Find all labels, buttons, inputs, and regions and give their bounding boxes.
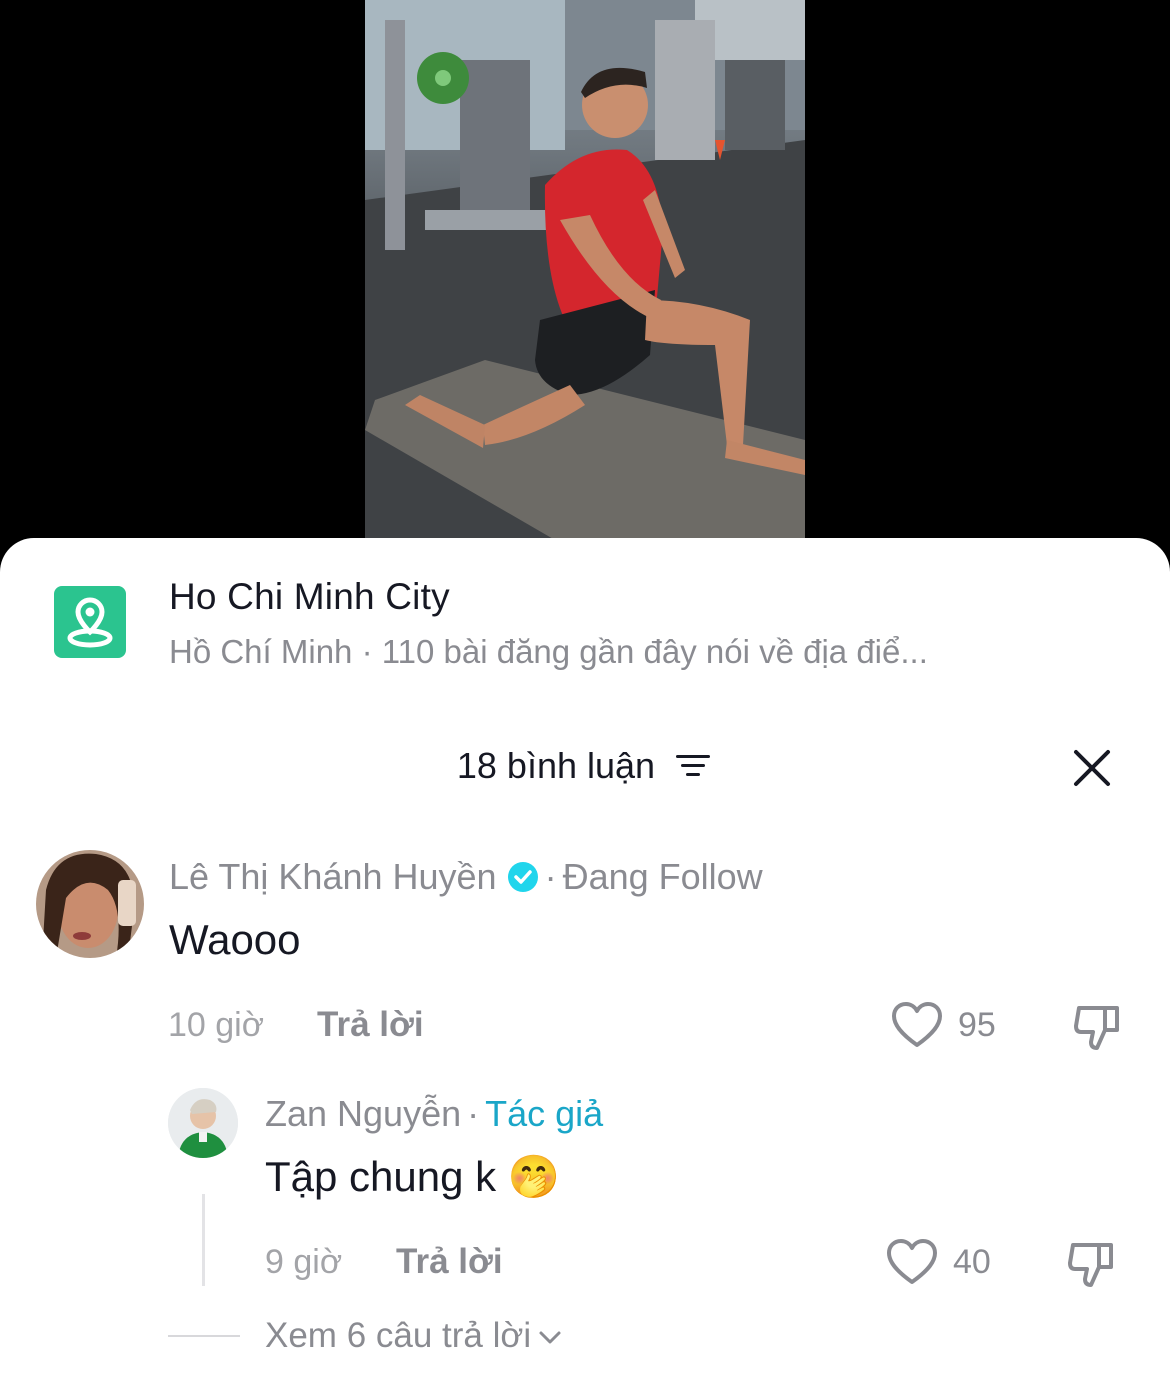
reply-text: Tập chung k 🤭 [265,1153,561,1200]
reply-avatar[interactable] [168,1088,238,1158]
location-subtitle: Hồ Chí Minh · 110 bài đăng gần đây nói v… [169,633,928,670]
comments-sheet: Ho Chi Minh City Hồ Chí Minh · 110 bài đ… [0,538,1170,1393]
follow-status: Đang Follow [562,856,763,897]
reply-like-count: 40 [953,1243,991,1281]
comment-text: Waooo [169,916,301,963]
comments-header: 18 bình luận [0,743,1170,787]
like-button[interactable]: 95 [890,1000,1010,1050]
thread-line [202,1194,205,1286]
sort-filter-icon[interactable] [673,751,713,781]
reply-author-line: Zan Nguyễn · Tác giả [265,1093,603,1135]
author-separator: · [544,856,557,897]
verified-badge-icon [507,862,538,892]
avatar[interactable] [36,850,144,958]
author-separator: · [467,1093,480,1134]
view-replies-button[interactable]: Xem 6 câu trả lời [265,1316,563,1356]
heart-icon [887,1239,937,1284]
reply-like-button[interactable]: 40 [885,1237,1005,1287]
author-tag: Tác giả [485,1093,604,1134]
comment-count: 18 bình luận [456,745,656,787]
reply-author-name[interactable]: Zan Nguyễn [265,1093,461,1134]
reply-reply-button[interactable]: Trả lời [396,1242,503,1282]
video-player[interactable] [0,0,1170,560]
chevron-down-icon [539,1331,561,1344]
dislike-icon[interactable] [1065,1237,1119,1291]
dislike-icon[interactable] [1071,1000,1125,1054]
comment-time: 10 giờ [168,1006,265,1044]
reply-time: 9 giờ [265,1243,343,1281]
heart-icon [892,1002,942,1047]
close-icon[interactable] [1068,744,1116,792]
reply-button[interactable]: Trả lời [317,1005,424,1045]
comment-author-name[interactable]: Lê Thị Khánh Huyền [169,856,497,897]
comment-author-line: Lê Thị Khánh Huyền · Đang Follow [169,856,763,898]
view-replies-divider [168,1335,240,1337]
like-count: 95 [958,1006,996,1044]
video-frame-gym-scene[interactable] [365,0,805,540]
view-replies-label: Xem 6 câu trả lời [265,1316,532,1355]
location-title[interactable]: Ho Chi Minh City [169,576,450,618]
location-pin-icon[interactable] [54,586,126,658]
